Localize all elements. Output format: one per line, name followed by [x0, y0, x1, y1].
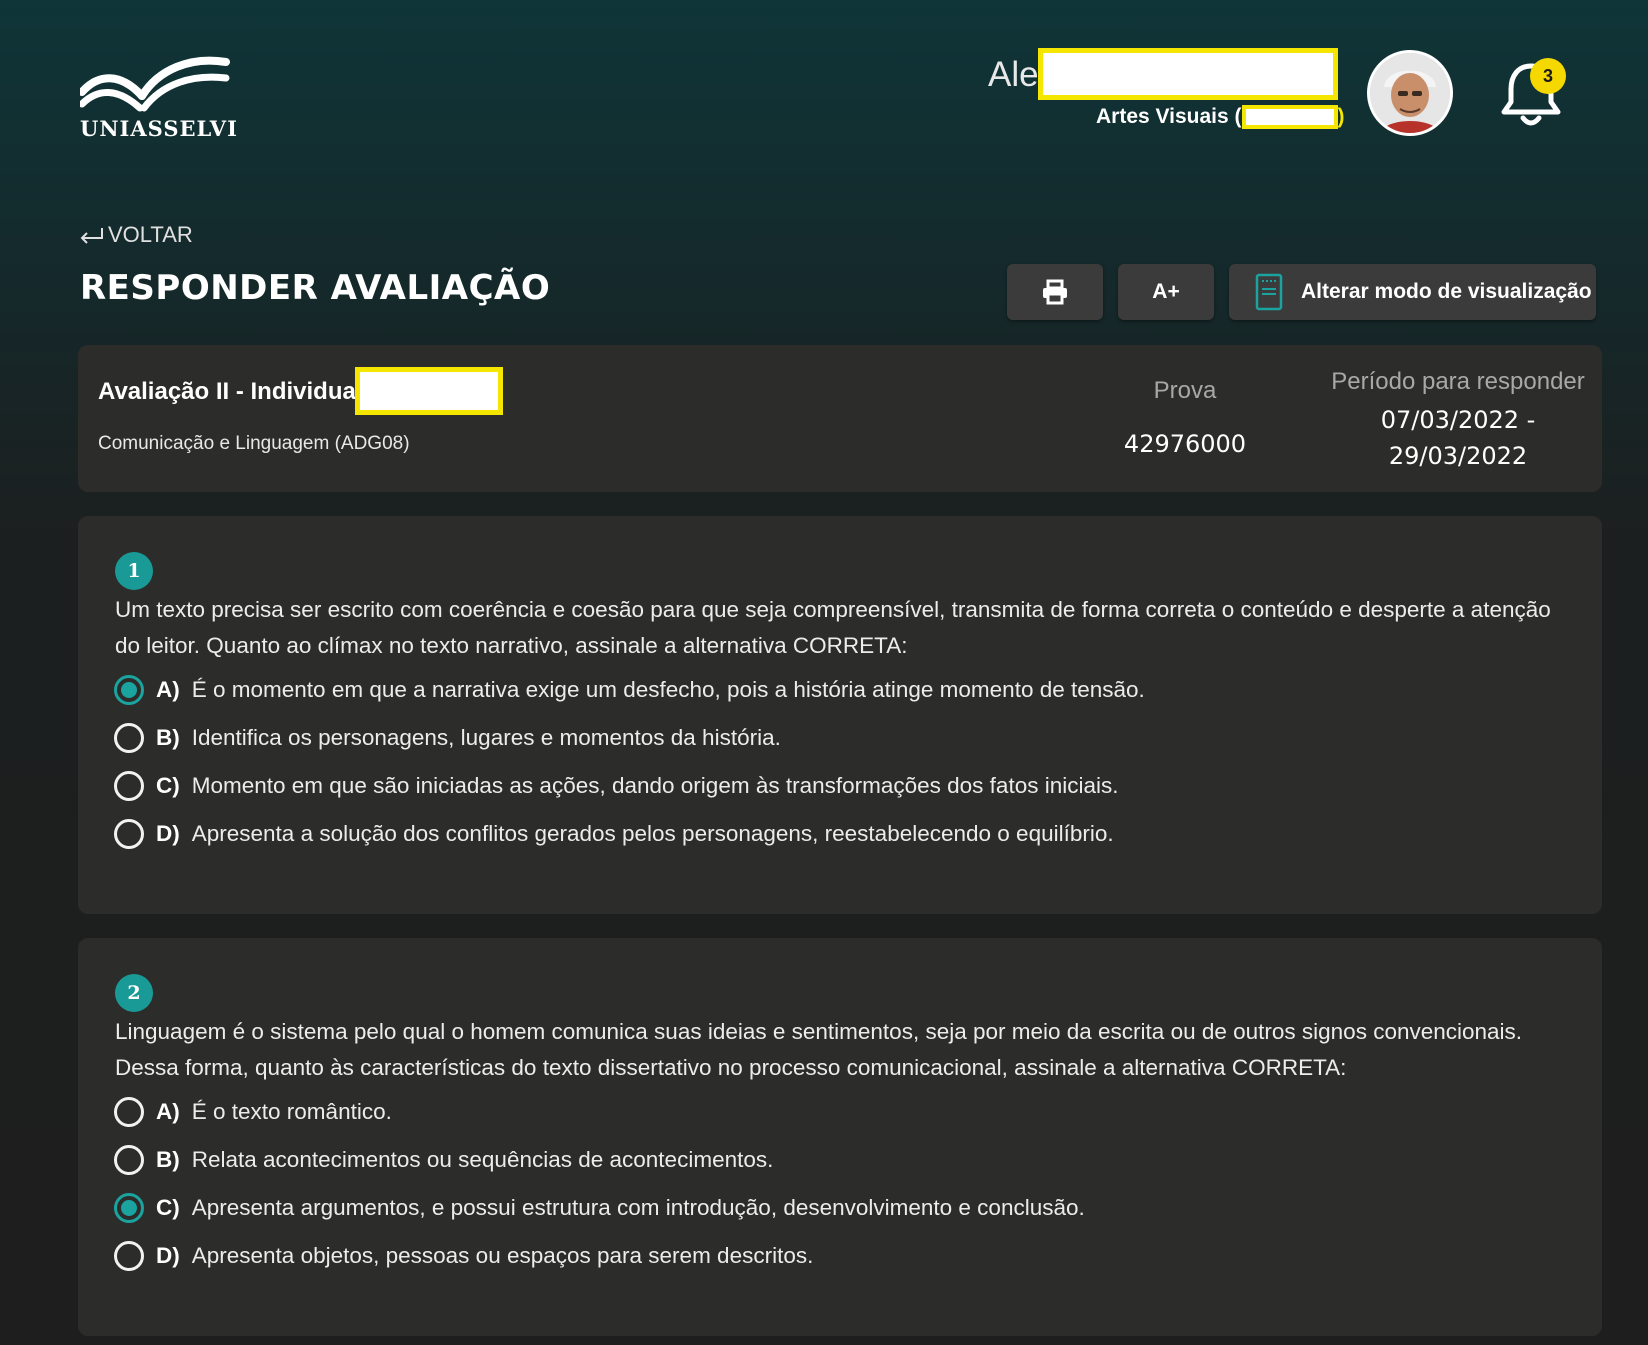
redacted-exam-id	[355, 367, 503, 415]
period-end: 29/03/2022	[1388, 442, 1528, 470]
option-text: Identifica os personagens, lugares e mom…	[191, 725, 781, 750]
option-d[interactable]: D) Apresenta objetos, pessoas ou espaços…	[114, 1232, 1574, 1280]
question-options: A) É o texto romântico. B) Relata aconte…	[114, 1088, 1574, 1280]
question-number: 2	[115, 974, 153, 1012]
period-label: Período para responder	[1331, 368, 1585, 395]
option-letter: B)	[156, 725, 180, 750]
option-b[interactable]: B) Relata acontecimentos ou sequências d…	[114, 1136, 1574, 1184]
document-icon	[1255, 273, 1283, 311]
radio-button[interactable]	[114, 1145, 144, 1175]
question-text: Linguagem é o sistema pelo qual o homem …	[115, 1019, 1523, 1080]
option-c[interactable]: C) Momento em que são iniciadas as ações…	[114, 762, 1574, 810]
option-text: Momento em que são iniciadas as ações, d…	[191, 773, 1119, 798]
option-letter: A)	[156, 677, 180, 702]
exam-info-card: Avaliação II - Individual ( Comunicação …	[78, 345, 1602, 492]
notifications-count-badge: 3	[1530, 58, 1566, 94]
user-avatar[interactable]	[1367, 50, 1453, 136]
radio-button[interactable]	[114, 771, 144, 801]
option-text: Apresenta objetos, pessoas ou espaços pa…	[191, 1243, 814, 1268]
exam-title-text: Avaliação II - Individual (	[98, 378, 378, 405]
option-letter: D)	[156, 821, 180, 846]
question-text: Um texto precisa ser escrito com coerênc…	[115, 597, 1551, 658]
question-number: 1	[115, 552, 153, 590]
printer-icon	[1043, 279, 1067, 305]
change-view-mode-button[interactable]: Alterar modo de visualização	[1229, 264, 1596, 320]
redacted-course-id	[1241, 105, 1338, 130]
option-a[interactable]: A) É o momento em que a narrativa exige …	[114, 666, 1574, 714]
print-button[interactable]	[1007, 264, 1103, 320]
return-arrow-icon	[80, 228, 103, 244]
option-text: Relata acontecimentos ou sequências de a…	[191, 1147, 774, 1172]
option-letter: C)	[156, 1195, 180, 1220]
option-letter: C)	[156, 773, 180, 798]
uniasselvi-logo[interactable]: UNIASSELVI	[80, 52, 238, 148]
option-letter: A)	[156, 1099, 180, 1124]
period-value: 07/03/2022 - 29/03/2022	[1328, 402, 1588, 474]
option-text: É o momento em que a narrativa exige um …	[191, 677, 1145, 702]
user-course-close: )	[1337, 105, 1345, 128]
back-link-label: VOLTAR	[108, 222, 193, 247]
option-a[interactable]: A) É o texto romântico.	[114, 1088, 1574, 1136]
option-d[interactable]: D) Apresenta a solução dos conflitos ger…	[114, 810, 1574, 858]
radio-button[interactable]	[114, 1241, 144, 1271]
option-b[interactable]: B) Identifica os personagens, lugares e …	[114, 714, 1574, 762]
option-letter: B)	[156, 1147, 180, 1172]
radio-button[interactable]	[114, 723, 144, 753]
question-options: A) É o momento em que a narrativa exige …	[114, 666, 1574, 858]
redacted-user-surname	[1038, 48, 1338, 100]
radio-button[interactable]	[114, 819, 144, 849]
page-title: RESPONDER AVALIAÇÃO	[80, 268, 551, 308]
radio-button-selected[interactable]	[114, 675, 144, 705]
exam-title: Avaliação II - Individual (	[98, 378, 377, 406]
option-text: É o texto romântico.	[191, 1099, 392, 1124]
prova-value: 42976000	[1123, 430, 1247, 458]
question-card-2: 2 Linguagem é o sistema pelo qual o home…	[78, 938, 1602, 1336]
option-text: Apresenta argumentos, e possui estrutura…	[191, 1195, 1085, 1220]
avatar-photo	[1370, 53, 1450, 133]
period-start: 07/03/2022 -	[1380, 406, 1536, 434]
exam-subject: Comunicação e Linguagem (ADG08)	[98, 433, 410, 454]
option-text: Apresenta a solução dos conflitos gerado…	[191, 821, 1114, 846]
prova-label: Prova	[1153, 377, 1217, 404]
radio-button[interactable]	[114, 1097, 144, 1127]
logo-waves-icon	[80, 56, 230, 112]
increase-font-button[interactable]: A+	[1118, 264, 1214, 320]
option-letter: D)	[156, 1243, 180, 1268]
radio-button-selected[interactable]	[114, 1193, 144, 1223]
back-link[interactable]: VOLTAR	[78, 222, 193, 248]
option-c[interactable]: C) Apresenta argumentos, e possui estrut…	[114, 1184, 1574, 1232]
change-view-mode-label: Alterar modo de visualização	[1301, 280, 1592, 303]
user-course-label: Artes Visuais (	[1096, 105, 1242, 128]
user-course: Artes Visuais ()	[1096, 105, 1345, 130]
question-card-1: 1 Um texto precisa ser escrito com coerê…	[78, 516, 1602, 914]
logo-text: UNIASSELVI	[80, 116, 238, 141]
